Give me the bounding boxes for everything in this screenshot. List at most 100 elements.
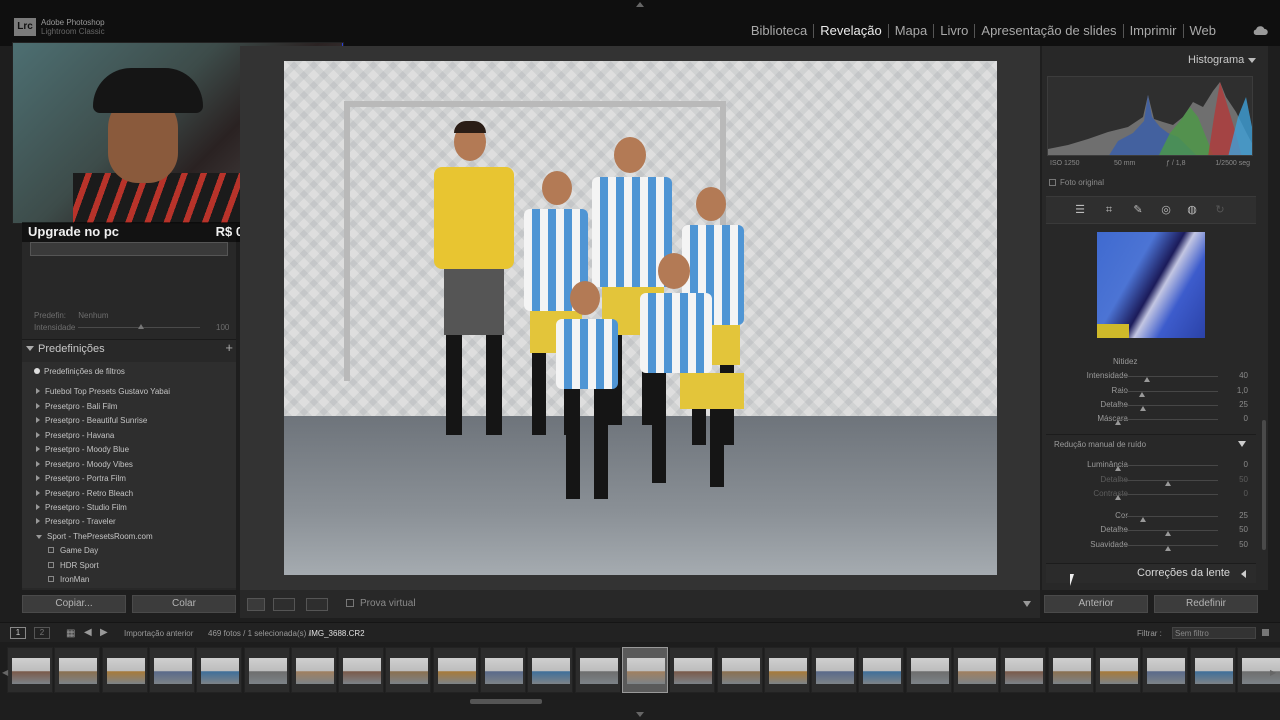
preset-folder[interactable]: Presetpro - Moody Vibes xyxy=(36,460,133,469)
second-window-icon[interactable]: 2 xyxy=(34,627,50,639)
preset-item[interactable]: Game Day xyxy=(48,546,98,555)
filmstrip-right-arrow-icon[interactable]: ▶ xyxy=(1270,668,1276,677)
grid-view-icon[interactable]: ▦ xyxy=(66,628,75,639)
toolbar-dropdown-icon[interactable] xyxy=(1022,600,1032,608)
filmstrip-thumbnail[interactable] xyxy=(763,647,810,693)
filmstrip-thumbnail[interactable] xyxy=(432,647,479,693)
edit-sliders-icon[interactable]: ☰ xyxy=(1074,204,1086,216)
main-window-icon[interactable]: 1 xyxy=(10,627,26,639)
noise-luminance-slider[interactable]: Luminância 0 xyxy=(1046,460,1256,471)
navigator-preview[interactable] xyxy=(30,242,228,256)
slider-value[interactable]: 50 xyxy=(1239,525,1248,534)
slider-track[interactable] xyxy=(1115,494,1218,500)
filmstrip-thumbnail[interactable] xyxy=(953,647,999,693)
preset-folder[interactable]: Presetpro - Traveler xyxy=(36,517,116,526)
detail-zoom-preview[interactable] xyxy=(1097,232,1205,338)
slider-track[interactable] xyxy=(1118,545,1218,551)
noise-contrast-slider[interactable]: Contraste 0 xyxy=(1046,489,1256,500)
filmstrip-thumbnail[interactable] xyxy=(858,647,905,693)
filmstrip-thumbnail[interactable] xyxy=(385,647,432,693)
filmstrip-thumbnail[interactable] xyxy=(338,647,385,693)
slider-value[interactable]: 50 xyxy=(1239,475,1248,484)
noise-color-slider[interactable]: Cor25 xyxy=(1046,511,1256,522)
before-after-button[interactable] xyxy=(273,598,295,611)
sharpen-detail-slider[interactable]: Detalhe 25 xyxy=(1046,400,1256,411)
sharpen-masking-slider[interactable]: Máscara 0 xyxy=(1046,414,1256,425)
filmstrip-thumbnail[interactable] xyxy=(1000,647,1047,693)
filmstrip-thumbnail[interactable] xyxy=(1047,647,1094,693)
reset-button[interactable]: Redefinir xyxy=(1154,595,1258,613)
slider-knob[interactable] xyxy=(1165,546,1171,551)
collapse-histogram-icon[interactable] xyxy=(1248,58,1256,63)
module-slideshow[interactable]: Apresentação de slides xyxy=(975,24,1124,38)
filmstrip-scrollbar[interactable] xyxy=(470,699,542,704)
healing-brush-icon[interactable]: ✎ xyxy=(1132,204,1144,216)
right-panel-scrollbar[interactable] xyxy=(1262,420,1266,550)
histogram[interactable] xyxy=(1047,76,1253,156)
slider-value[interactable]: 0 xyxy=(1244,414,1248,423)
preset-folder[interactable]: Presetpro - Moody Blue xyxy=(36,445,129,454)
soft-proof-checkbox[interactable] xyxy=(346,599,354,607)
filter-presets[interactable]: Predefinições de filtros xyxy=(34,367,125,376)
slider-knob[interactable] xyxy=(1144,377,1150,382)
filmstrip-thumbnail[interactable] xyxy=(480,647,526,693)
slider-track[interactable] xyxy=(1118,376,1218,382)
copy-button[interactable]: Copiar... xyxy=(22,595,126,613)
filmstrip-thumbnail[interactable] xyxy=(527,647,574,693)
slider-knob[interactable] xyxy=(1115,420,1121,425)
slider-knob[interactable] xyxy=(1115,495,1121,500)
slider-value[interactable]: 1,0 xyxy=(1237,386,1248,395)
slider-value[interactable]: 0 xyxy=(1244,460,1248,469)
filmstrip-thumbnail[interactable] xyxy=(243,647,290,693)
original-photo-checkbox[interactable] xyxy=(1049,179,1056,186)
filmstrip-thumbnail[interactable] xyxy=(1094,647,1141,693)
preset-folder[interactable]: Presetpro - Retro Bleach xyxy=(36,489,133,498)
add-preset-icon[interactable]: + xyxy=(225,340,233,355)
noise-luminance-detail-slider[interactable]: Detalhe 50 xyxy=(1046,475,1256,486)
crop-icon[interactable]: ⌗ xyxy=(1103,204,1115,216)
slider-knob[interactable] xyxy=(1115,466,1121,471)
filmstrip-thumbnail[interactable] xyxy=(196,647,243,693)
module-map[interactable]: Mapa xyxy=(889,24,935,38)
slider-track[interactable] xyxy=(1115,419,1218,425)
collapse-top-panel-icon[interactable] xyxy=(636,2,644,7)
preset-folder[interactable]: Presetpro - Portra Film xyxy=(36,474,126,483)
forward-arrow-icon[interactable]: ▶ xyxy=(100,627,108,638)
histogram-title[interactable]: Histograma xyxy=(1188,54,1244,66)
collapse-filmstrip-icon[interactable] xyxy=(636,712,644,717)
module-print[interactable]: Imprimir xyxy=(1124,24,1184,38)
filmstrip-thumbnail[interactable] xyxy=(621,647,668,693)
filmstrip-thumbnail[interactable] xyxy=(811,647,858,693)
preset-folder[interactable]: Presetpro - Studio Film xyxy=(36,503,127,512)
filmstrip-thumbnail[interactable] xyxy=(1142,647,1189,693)
filmstrip-thumbnail[interactable] xyxy=(148,647,195,693)
presets-panel-header[interactable]: Predefinições + xyxy=(22,339,236,357)
slider-track[interactable] xyxy=(1118,480,1218,486)
preset-folder[interactable]: Presetpro - Havana xyxy=(36,431,114,440)
slider-track[interactable] xyxy=(1118,405,1218,411)
slider-knob[interactable] xyxy=(1140,517,1146,522)
filmstrip-thumbnail[interactable] xyxy=(669,647,716,693)
collapse-noise-icon[interactable] xyxy=(1238,441,1246,447)
slider-track[interactable] xyxy=(1115,465,1218,471)
back-arrow-icon[interactable]: ◀ xyxy=(84,627,92,638)
filmstrip-left-arrow-icon[interactable]: ◀ xyxy=(2,668,8,677)
paste-button[interactable]: Colar xyxy=(132,595,236,613)
filmstrip-thumbnail[interactable] xyxy=(1189,647,1236,693)
module-develop[interactable]: Revelação xyxy=(814,24,889,38)
cloud-sync-icon[interactable] xyxy=(1252,24,1268,36)
red-eye-icon[interactable]: ◎ xyxy=(1160,204,1172,216)
loupe-view-button[interactable] xyxy=(247,598,265,611)
filmstrip-thumbnail[interactable] xyxy=(290,647,337,693)
slider-track[interactable] xyxy=(1118,516,1218,522)
slider-value[interactable]: 0 xyxy=(1244,489,1248,498)
main-photo[interactable] xyxy=(284,61,997,575)
module-web[interactable]: Web xyxy=(1184,24,1223,38)
before-after-split-button[interactable] xyxy=(306,598,328,611)
filmstrip-thumbnail[interactable] xyxy=(574,647,621,693)
slider-value[interactable]: 50 xyxy=(1239,540,1248,549)
reset-tool-icon[interactable]: ↻ xyxy=(1214,204,1226,216)
slider-knob[interactable] xyxy=(1140,406,1146,411)
preset-item[interactable]: IronMan xyxy=(48,575,89,584)
filmstrip-thumbnail[interactable] xyxy=(54,647,101,693)
